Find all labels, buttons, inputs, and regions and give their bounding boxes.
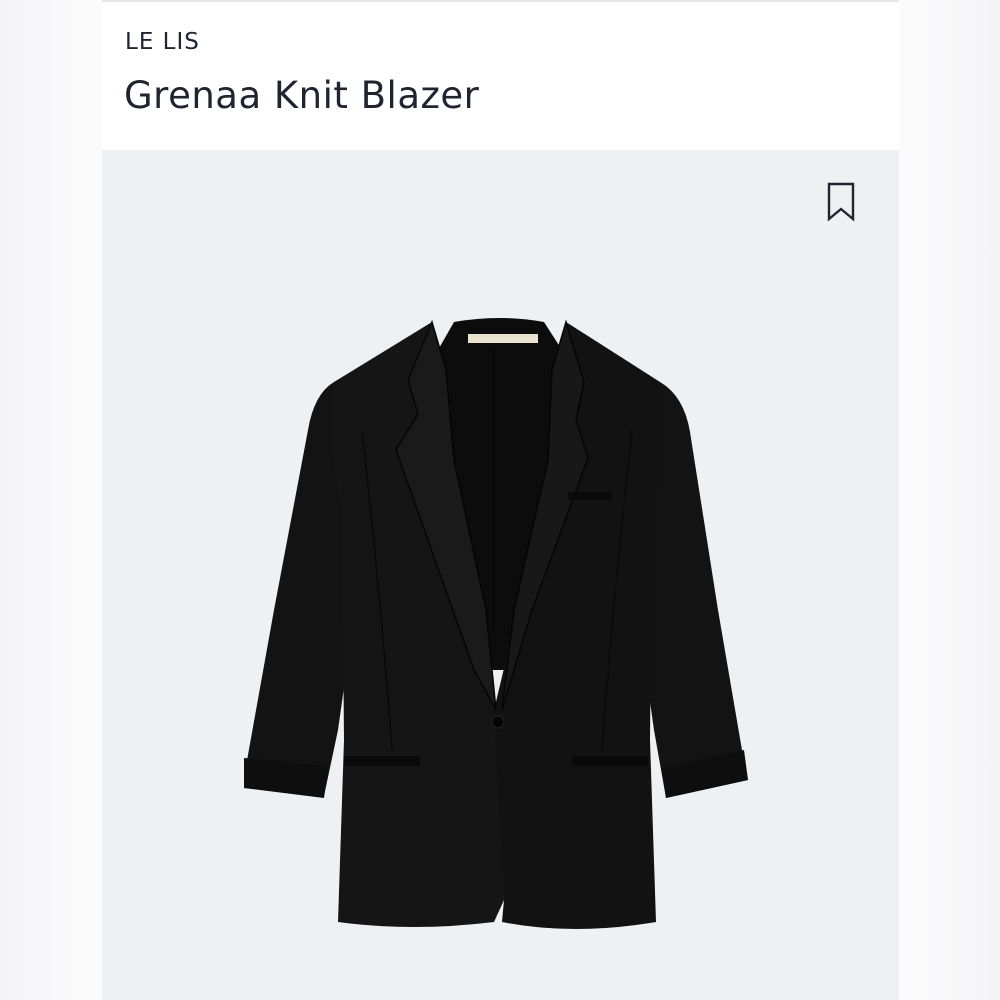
brand-name[interactable]: LE LIS	[125, 29, 200, 55]
right-margin	[899, 0, 1000, 1000]
left-margin	[0, 0, 102, 1000]
product-image-area[interactable]	[102, 150, 899, 1000]
product-title: Grenaa Knit Blazer	[124, 74, 480, 117]
bookmark-icon[interactable]	[826, 182, 856, 222]
listing-header: LE LIS Grenaa Knit Blazer	[102, 0, 899, 150]
listing-panel: LE LIS Grenaa Knit Blazer	[102, 0, 899, 1000]
blazer-image	[232, 310, 772, 950]
